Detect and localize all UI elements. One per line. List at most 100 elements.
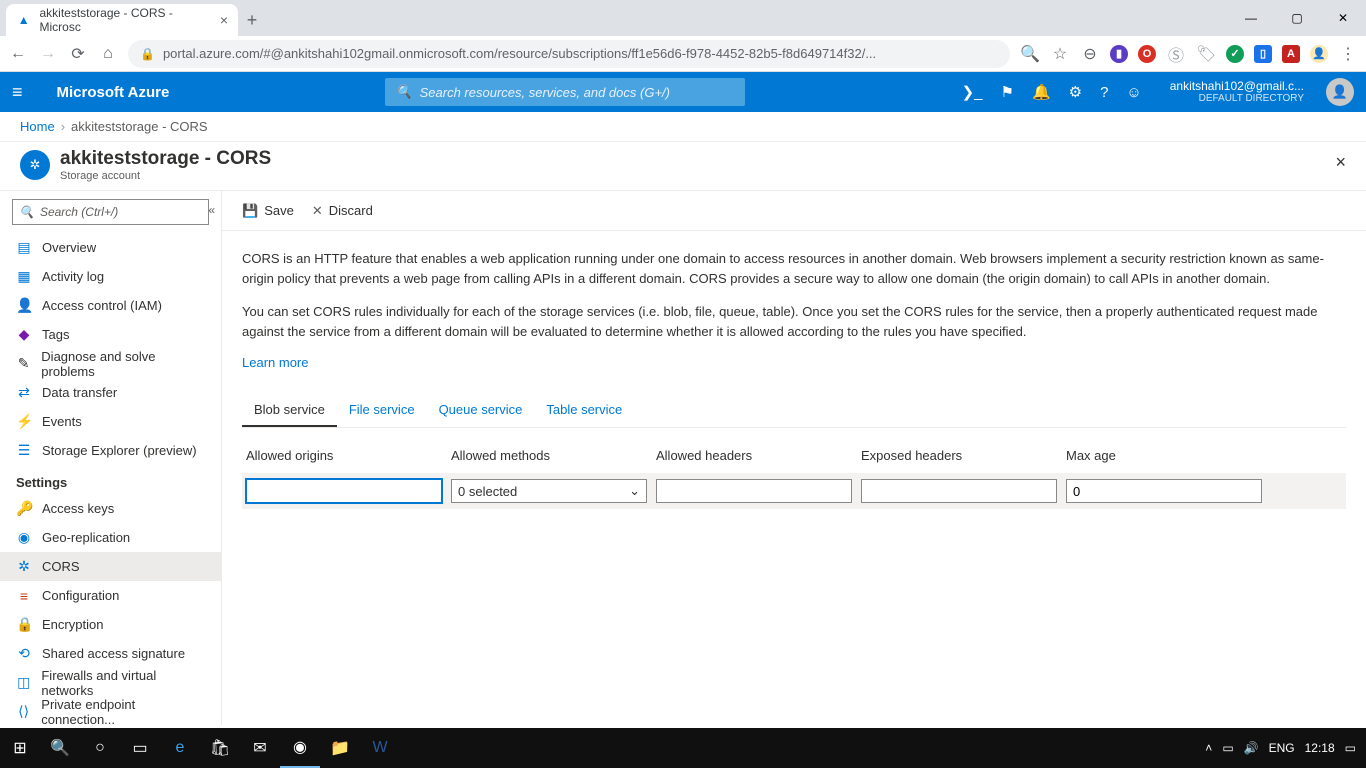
sidebar-item-access-keys[interactable]: 🔑Access keys [0,494,221,523]
taskbar-search-icon[interactable]: 🔍 [40,728,80,768]
sidebar-collapse-icon[interactable]: « [208,203,215,217]
nav-label: Data transfer [42,385,117,400]
sidebar-item-configuration[interactable]: ≡Configuration [0,581,221,610]
help-icon[interactable]: ? [1100,84,1108,101]
reload-icon[interactable]: ⟳ [68,44,88,64]
window-maximize[interactable]: ▢ [1274,0,1320,36]
sidebar-item-shared-access-signature[interactable]: ⟲Shared access signature [0,639,221,668]
allowed-origins-input[interactable] [246,479,442,503]
sidebar-item-diagnose-and-solve-problems[interactable]: ✎Diagnose and solve problems [0,349,221,378]
action-center-icon[interactable]: ▭ [1345,741,1356,755]
sidebar-item-cors[interactable]: ✲CORS [0,552,221,581]
start-button[interactable]: ⊞ [0,728,40,768]
ext-block-icon[interactable]: ⊖ [1080,44,1100,64]
azure-search-input[interactable]: 🔍 Search resources, services, and docs (… [385,78,745,106]
column-header: Max age [1062,448,1267,463]
ext-skype-icon[interactable]: Ⓢ [1166,42,1186,66]
tab-close-icon[interactable]: × [220,12,228,28]
hamburger-icon[interactable]: ≡ [12,82,23,103]
ext-1-icon[interactable]: ▮ [1110,45,1128,63]
tab-file-service[interactable]: File service [337,394,427,427]
mail-icon[interactable]: ✉ [240,728,280,768]
user-info[interactable]: ankitshahi102@gmail.c... DEFAULT DIRECTO… [1170,79,1304,105]
azure-header-icons: ❯_ ⚑ 🔔 ⚙ ? ☺ [962,83,1142,101]
exposed-headers-input[interactable] [861,479,1057,503]
search-icon: 🔍 [19,205,34,219]
tab-queue-service[interactable]: Queue service [427,394,535,427]
save-button[interactable]: 💾 Save [242,203,294,219]
cors-description-2: You can set CORS rules individually for … [242,302,1346,341]
home-icon[interactable]: ⌂ [98,45,118,63]
ext-pdf-icon[interactable]: A [1282,45,1300,63]
sidebar-item-storage-explorer-preview-[interactable]: ☰Storage Explorer (preview) [0,436,221,465]
cortana-icon[interactable]: ○ [80,728,120,768]
task-view-icon[interactable]: ▭ [120,728,160,768]
feedback-icon[interactable]: ☺ [1126,84,1141,101]
azure-logo[interactable]: Microsoft Azure [57,84,170,101]
breadcrumb-sep: › [61,119,65,134]
profile-avatar-icon[interactable]: 👤 [1310,45,1328,63]
window-close[interactable]: ✕ [1320,0,1366,36]
sidebar-item-firewalls-and-virtual-networks[interactable]: ◫Firewalls and virtual networks [0,668,221,697]
explorer-icon[interactable]: 📁 [320,728,360,768]
user-avatar[interactable]: 👤 [1326,78,1354,106]
back-icon[interactable]: ← [8,45,28,63]
allowed-methods-select[interactable]: 0 selected ⌄ [451,479,647,503]
tab-table-service[interactable]: Table service [534,394,634,427]
sidebar-item-access-control-iam-[interactable]: 👤Access control (IAM) [0,291,221,320]
notifications-icon[interactable]: 🔔 [1032,83,1051,101]
sidebar-item-events[interactable]: ⚡Events [0,407,221,436]
store-icon[interactable]: 🛍 [200,728,240,768]
tab-blob-service[interactable]: Blob service [242,394,337,427]
sidebar-item-data-transfer[interactable]: ⇄ Data transfer [0,378,221,407]
browser-tab-strip: ▲ akkiteststorage - CORS - Microsc × + —… [0,0,1366,36]
address-bar[interactable]: 🔒 portal.azure.com/#@ankitshahi102gmail.… [128,40,1010,68]
browser-tab[interactable]: ▲ akkiteststorage - CORS - Microsc × [6,4,238,36]
service-tabs: Blob serviceFile serviceQueue serviceTab… [242,394,1346,428]
taskbar-language[interactable]: ENG [1269,741,1295,755]
nav-icon: ⚡ [16,413,32,430]
sidebar-item-private-endpoint-connection-[interactable]: ⟨⟩Private endpoint connection... [0,697,221,725]
nav-icon: ⇄ [16,384,32,401]
learn-more-link[interactable]: Learn more [242,355,308,370]
tray-chevron-icon[interactable]: ˄ [1205,741,1212,755]
star-icon[interactable]: ☆ [1050,44,1070,64]
sidebar-item-overview[interactable]: ▤Overview [0,233,221,262]
sidebar-item-geo-replication[interactable]: ◉Geo-replication [0,523,221,552]
edge-icon[interactable]: e [160,728,200,768]
discard-button[interactable]: ✕ Discard [312,203,373,219]
sidebar-search-input[interactable]: 🔍 Search (Ctrl+/) [12,199,209,225]
blade-close-icon[interactable]: × [1335,152,1346,173]
browser-menu-icon[interactable]: ⋮ [1338,44,1358,64]
nav-icon: ◉ [16,529,32,546]
sidebar-item-encryption[interactable]: 🔒Encryption [0,610,221,639]
ext-4-icon[interactable]: ▯ [1254,45,1272,63]
new-tab-button[interactable]: + [238,4,266,36]
max-age-input[interactable] [1066,479,1262,503]
cloud-shell-icon[interactable]: ❯_ [962,83,983,101]
window-controls: — ▢ ✕ [1228,0,1366,36]
forward-icon[interactable]: → [38,45,58,63]
settings-icon[interactable]: ⚙ [1069,83,1082,101]
cors-table-header: Allowed originsAllowed methodsAllowed he… [242,442,1346,473]
nav-label: Firewalls and virtual networks [41,668,205,698]
sidebar-item-activity-log[interactable]: ▦Activity log [0,262,221,291]
window-minimize[interactable]: — [1228,0,1274,36]
word-icon[interactable]: W [360,728,400,768]
battery-icon[interactable]: ▭ [1222,741,1233,755]
filter-icon[interactable]: ⚑ [1000,83,1013,101]
sidebar-item-tags[interactable]: ◆Tags [0,320,221,349]
ext-3-icon[interactable]: ✓ [1226,45,1244,63]
volume-icon[interactable]: 🔊 [1244,741,1259,755]
allowed-headers-input[interactable] [656,479,852,503]
zoom-icon[interactable]: 🔍 [1020,44,1040,64]
nav-label: Access keys [42,501,114,516]
ext-2-icon[interactable]: O [1138,45,1156,63]
taskbar-clock[interactable]: 12:18 [1305,741,1335,755]
breadcrumb-home[interactable]: Home [20,119,55,134]
user-directory: DEFAULT DIRECTORY [1170,93,1304,105]
chrome-icon[interactable]: ◉ [280,728,320,768]
cors-description-1: CORS is an HTTP feature that enables a w… [242,249,1346,288]
ext-tag-icon[interactable]: 🏷 [1196,44,1216,64]
azure-favicon: ▲ [16,12,31,28]
